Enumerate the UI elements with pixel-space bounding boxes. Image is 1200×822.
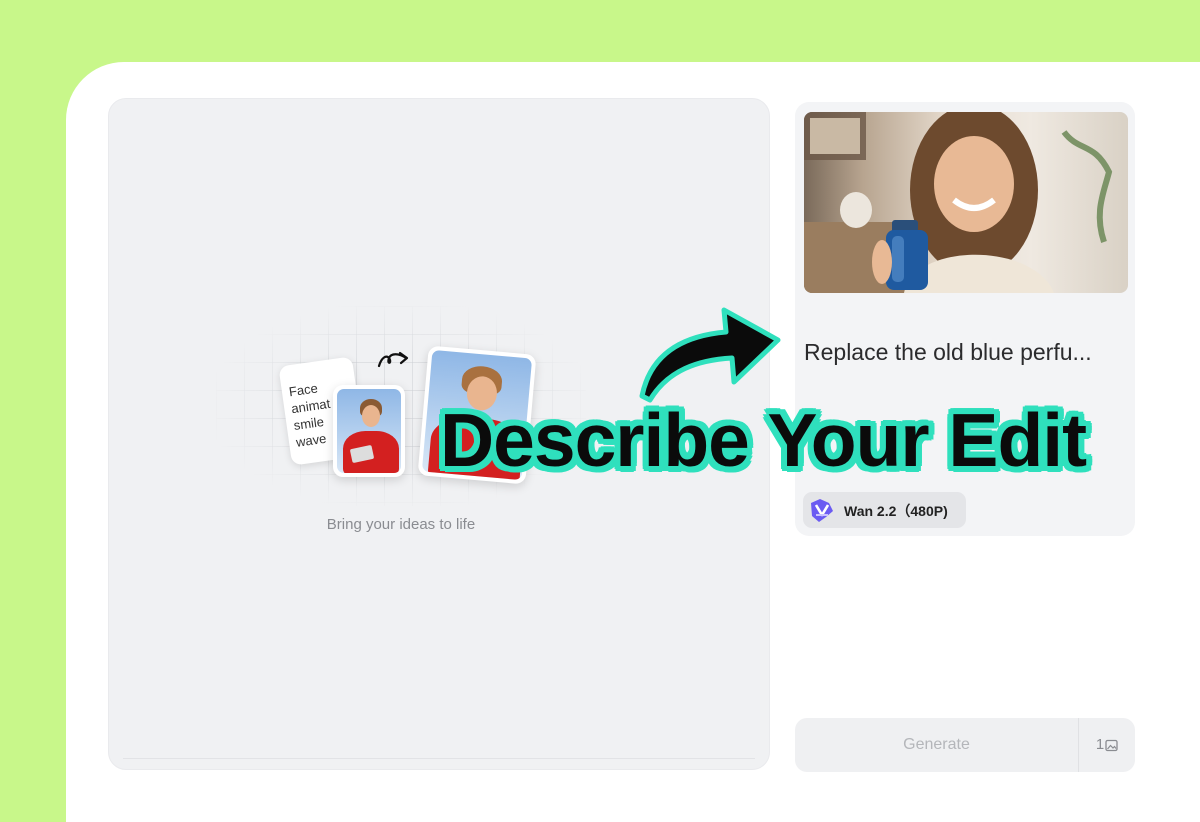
output-count: 1 — [1095, 736, 1105, 753]
model-selector[interactable]: Wan 2.2（480P) — [803, 492, 966, 528]
wan-model-logo-icon — [811, 499, 833, 522]
canvas-hint: Bring your ideas to life — [326, 516, 476, 533]
curl-arrow-icon — [377, 351, 409, 368]
generate-button[interactable]: Generate — [795, 718, 1079, 772]
annotation-arrow-icon — [639, 307, 781, 403]
model-label: Wan 2.2（480P) — [844, 503, 948, 519]
generate-bar: Generate 1 — [795, 718, 1135, 772]
source-photo — [333, 385, 405, 477]
output-count-selector[interactable]: 1 — [1079, 718, 1135, 772]
reference-image-art — [804, 112, 1113, 293]
reference-image[interactable] — [804, 112, 1128, 293]
overlay-title: Describe Your Edit — [440, 398, 1087, 482]
image-icon — [1105, 739, 1118, 751]
prompt-text[interactable]: Replace the old blue perfu... — [804, 339, 1130, 366]
